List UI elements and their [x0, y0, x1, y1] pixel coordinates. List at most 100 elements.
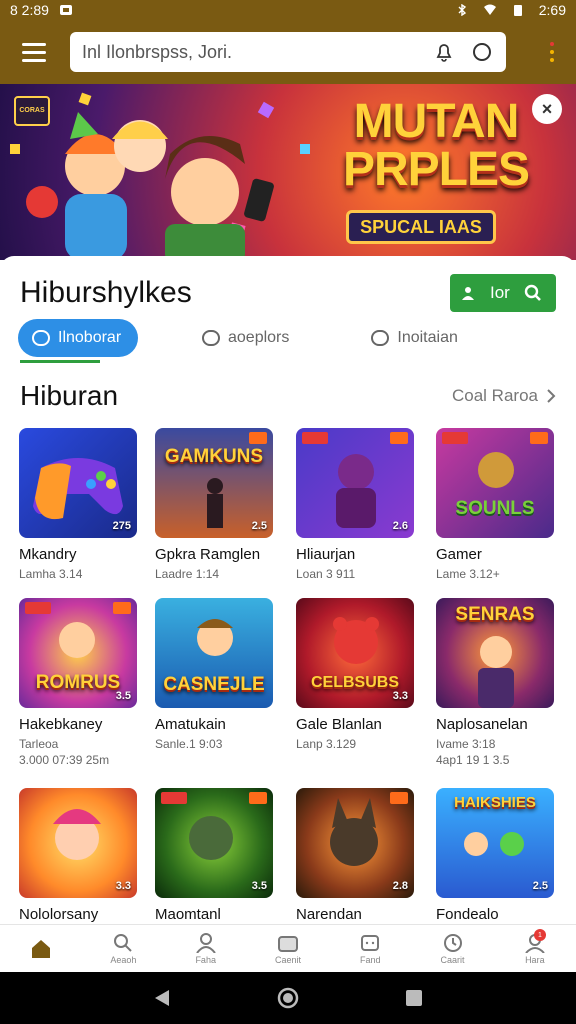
tab-label: Inoitaian	[397, 329, 458, 346]
see-all-link[interactable]: Coal Raroa	[452, 386, 556, 406]
chat-bubble-icon	[32, 330, 50, 346]
game-card[interactable]: SOUNLS Gamer Lame 3.12+	[436, 428, 554, 581]
menu-button[interactable]	[14, 32, 54, 72]
clock-icon	[443, 933, 462, 952]
system-navigation	[0, 972, 576, 1024]
chat-bubble-icon	[371, 330, 390, 346]
chat-bubble-icon	[202, 330, 220, 346]
game-card[interactable]: ROMRUS 3.5 Hakebkaney Tarleoa 3.000 07:3…	[19, 598, 137, 767]
creature-figure	[478, 452, 514, 488]
banner-title: MUTAN PRPLES	[326, 98, 546, 194]
cart-icon	[277, 935, 298, 952]
game-name: Hakebkaney	[19, 716, 103, 733]
nav-history[interactable]: Caarit	[411, 925, 493, 972]
game-meta: 3.000 07:39 25m	[19, 753, 110, 767]
game-thumbnail: 2.6	[296, 428, 414, 538]
tab-2[interactable]: aoeplors	[202, 329, 289, 347]
search-input[interactable]	[82, 41, 418, 63]
game-name: Narendan	[296, 906, 362, 923]
menu-icon-line	[22, 50, 46, 54]
game-card[interactable]: 2.8 Narendan	[296, 788, 414, 923]
game-meta: Laadre 1:14	[155, 567, 220, 581]
game-thumbnail: 3.3	[19, 788, 137, 898]
nav-account[interactable]: 1 Hara	[494, 925, 576, 972]
search-icon	[524, 284, 541, 301]
overflow-menu-button[interactable]	[542, 42, 562, 62]
status-bar: 8 2:89 2:69	[0, 0, 576, 20]
rating-badge: 3.5	[251, 880, 267, 892]
follow-button[interactable]: Ior	[450, 274, 556, 312]
game-thumbnail: CELBSUBS 3.3	[296, 598, 414, 708]
search-icon	[114, 933, 133, 952]
content-sheet: Hiburshylkes Ior Ilnoborar aoeplors Inoi…	[0, 256, 576, 924]
game-card[interactable]: SENRAS Naplosanelan Ivame 3:18 4ap1 19 1…	[436, 598, 554, 767]
status-clock: 2:69	[538, 2, 566, 18]
dot	[550, 50, 554, 54]
section-title: Hiburan	[20, 380, 119, 411]
nav-chat[interactable]: Fand	[329, 925, 411, 972]
bottom-navigation: Aeaoh Faha Caenit Fand Caarit 1 Hara	[0, 924, 576, 972]
game-thumbnail: GAMKUNS 2.5	[155, 428, 273, 538]
dot	[550, 42, 554, 46]
tab-1[interactable]: Ilnoborar	[18, 319, 138, 357]
menu-icon-line	[22, 42, 46, 46]
rating-badge: 3.3	[392, 690, 408, 702]
hero-figure	[478, 636, 514, 708]
tab-indicator	[20, 360, 100, 363]
chat-icon	[361, 934, 380, 951]
nav-search[interactable]: Aeaoh	[82, 925, 164, 972]
game-card[interactable]: 2.6 Hliaurjan Loan 3 911	[296, 428, 414, 581]
game-art-text: SOUNLS	[455, 498, 535, 519]
nav-profile[interactable]: Faha	[165, 925, 247, 972]
rating-badge: 2.8	[392, 880, 408, 892]
game-thumbnail: CASNEJLE	[155, 598, 273, 708]
game-thumbnail: 3.5	[155, 788, 273, 898]
search-bar	[70, 32, 506, 72]
home-circle-icon[interactable]	[277, 987, 299, 1009]
game-thumbnail: ROMRUS 3.5	[19, 598, 137, 708]
status-time: 8 2:89	[10, 2, 49, 18]
page-title: Hiburshylkes	[20, 276, 192, 309]
chevron-right-icon	[547, 389, 556, 403]
game-card[interactable]: 275 Mkandry Lamha 3.14	[19, 428, 137, 581]
game-card[interactable]: CASNEJLE Amatukain Sanle.1 9:03	[155, 598, 273, 751]
banner-subtitle: SPUCAL IAAS	[346, 210, 496, 244]
game-meta: Tarleoa	[19, 737, 59, 751]
game-card[interactable]: CELBSUBS 3.3 Gale Blanlan Lanp 3.129	[296, 598, 414, 751]
game-name: Hliaurjan	[296, 546, 356, 563]
profile-icon	[195, 932, 216, 953]
game-card[interactable]: GAMKUNS 2.5 Gpkra Ramglen Laadre 1:14	[155, 428, 273, 581]
tab-bar: Ilnoborar aoeplors Inoitaian	[18, 318, 558, 358]
nav-home[interactable]	[0, 925, 82, 972]
game-meta: 4ap1 19 1 3.5	[436, 753, 510, 767]
game-name: Amatukain	[155, 716, 226, 733]
close-banner-button[interactable]: ×	[532, 94, 562, 124]
circle-icon[interactable]	[470, 40, 494, 64]
game-thumbnail: SENRAS	[436, 598, 554, 708]
tab-3[interactable]: Inoitaian	[371, 329, 458, 347]
rating-badge: 2.5	[532, 880, 548, 892]
game-thumbnail: 2.8	[296, 788, 414, 898]
nav-label: Caarit	[440, 954, 465, 965]
notification-icon	[59, 5, 72, 15]
game-name: Maomtanl	[155, 906, 221, 923]
rating-badge: 3.3	[115, 880, 131, 892]
bell-icon[interactable]	[432, 40, 456, 64]
nav-cart[interactable]: Caenit	[247, 925, 329, 972]
game-card[interactable]: 3.3 Nololorsany	[19, 788, 137, 923]
game-name: Naplosanelan	[436, 716, 528, 733]
see-all-label: Coal Raroa	[452, 386, 538, 405]
game-name: Nololorsany	[19, 906, 99, 923]
dot	[550, 58, 554, 62]
games-section: Hiburan Coal Raroa 275 Mkandry Lamha 3.1…	[0, 366, 576, 924]
game-card[interactable]: 3.5 Maomtanl	[155, 788, 273, 923]
back-icon[interactable]	[153, 988, 171, 1008]
game-meta: Lanp 3.129	[296, 737, 357, 751]
person-icon	[462, 287, 474, 300]
promo-banner[interactable]: CORAS MUTAN PRPLES SPUCAL IAAS ×	[0, 84, 576, 260]
recents-icon[interactable]	[405, 989, 423, 1007]
brand-badge: CORAS	[14, 96, 50, 126]
game-card[interactable]: HAIKSHIES 2.5 Fondealo	[436, 788, 554, 923]
game-meta: Loan 3 911	[296, 567, 356, 581]
game-thumbnail: 275	[19, 428, 137, 538]
